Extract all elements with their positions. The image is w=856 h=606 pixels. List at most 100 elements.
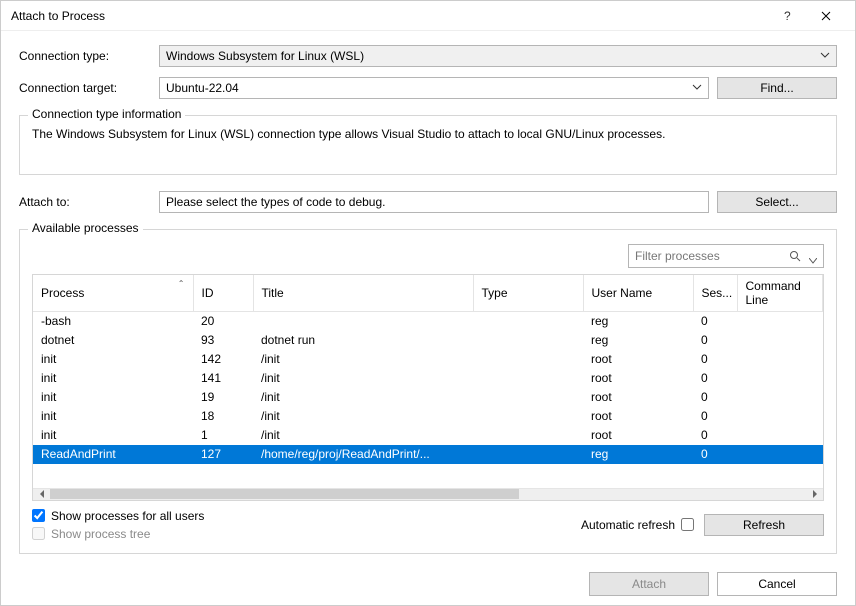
auto-refresh-checkbox[interactable]: Automatic refresh (581, 518, 694, 532)
cell-type (473, 445, 583, 464)
show-all-users-checkbox[interactable]: Show processes for all users (32, 509, 581, 523)
auto-refresh-input[interactable] (681, 518, 694, 531)
show-all-users-label: Show processes for all users (51, 509, 204, 523)
chevron-down-icon (820, 50, 830, 60)
filter-processes-input[interactable]: Filter processes (628, 244, 824, 268)
connection-target-label: Connection target: (19, 81, 159, 95)
cell-process: -bash (33, 312, 193, 331)
col-title[interactable]: Title (253, 275, 473, 312)
refresh-button[interactable]: Refresh (704, 514, 824, 536)
horizontal-scrollbar[interactable] (33, 488, 823, 500)
table-row[interactable]: init141/initroot0 (33, 369, 823, 388)
cell-process: dotnet (33, 331, 193, 350)
svg-text:?: ? (784, 10, 791, 22)
cell-process: init (33, 388, 193, 407)
cell-title: /init (253, 426, 473, 445)
scrollbar-thumb[interactable] (50, 489, 519, 499)
scroll-right-icon[interactable] (806, 489, 823, 500)
show-tree-label: Show process tree (51, 527, 150, 541)
cell-title: /home/reg/proj/ReadAndPrint/... (253, 445, 473, 464)
filter-placeholder: Filter processes (635, 249, 720, 263)
cell-user: reg (583, 445, 693, 464)
show-all-users-input[interactable] (32, 509, 45, 522)
cell-user: root (583, 426, 693, 445)
cell-type (473, 350, 583, 369)
cell-user: reg (583, 331, 693, 350)
col-id[interactable]: ID (193, 275, 253, 312)
cell-title: /init (253, 350, 473, 369)
cell-type (473, 312, 583, 331)
cell-session: 0 (693, 331, 737, 350)
available-processes-group: Available processes Filter processes (19, 229, 837, 554)
cell-session: 0 (693, 445, 737, 464)
cell-user: root (583, 350, 693, 369)
col-user[interactable]: User Name (583, 275, 693, 312)
attach-to-process-dialog: Attach to Process ? Connection type: Win… (0, 0, 856, 606)
chevron-down-icon[interactable] (809, 253, 817, 267)
cell-cmdline (737, 445, 823, 464)
cell-user: root (583, 407, 693, 426)
table-row[interactable]: init1/initroot0 (33, 426, 823, 445)
close-button[interactable] (807, 1, 845, 31)
process-table[interactable]: Process ⌃ ID Title Type User Name Ses...… (32, 274, 824, 501)
connection-target-value: Ubuntu-22.04 (166, 81, 239, 95)
cell-id: 93 (193, 331, 253, 350)
cell-session: 0 (693, 388, 737, 407)
col-process[interactable]: Process ⌃ (33, 275, 193, 312)
table-row[interactable]: init19/initroot0 (33, 388, 823, 407)
connection-type-value: Windows Subsystem for Linux (WSL) (166, 49, 364, 63)
cell-cmdline (737, 407, 823, 426)
cell-id: 141 (193, 369, 253, 388)
scrollbar-track[interactable] (50, 489, 806, 500)
chevron-down-icon (692, 82, 702, 92)
cell-process: init (33, 350, 193, 369)
table-row[interactable]: dotnet93dotnet run reg0 (33, 331, 823, 350)
connection-target-dropdown[interactable]: Ubuntu-22.04 (159, 77, 709, 99)
col-type[interactable]: Type (473, 275, 583, 312)
dialog-footer: Attach Cancel (1, 564, 855, 606)
cell-type (473, 369, 583, 388)
cell-id: 19 (193, 388, 253, 407)
cell-cmdline (737, 312, 823, 331)
cell-session: 0 (693, 407, 737, 426)
connection-type-dropdown[interactable]: Windows Subsystem for Linux (WSL) (159, 45, 837, 67)
dialog-title: Attach to Process (11, 9, 769, 23)
cell-process: ReadAndPrint (33, 445, 193, 464)
attach-to-label: Attach to: (19, 195, 159, 209)
cell-process: init (33, 369, 193, 388)
cancel-button[interactable]: Cancel (717, 572, 837, 596)
help-button[interactable]: ? (769, 1, 807, 31)
table-row[interactable]: -bash20reg0 (33, 312, 823, 331)
cell-cmdline (737, 350, 823, 369)
cell-session: 0 (693, 350, 737, 369)
cell-id: 127 (193, 445, 253, 464)
cell-process: init (33, 407, 193, 426)
cell-cmdline (737, 331, 823, 350)
cell-session: 0 (693, 369, 737, 388)
cell-cmdline (737, 369, 823, 388)
col-cmdline[interactable]: Command Line (737, 275, 823, 312)
find-button[interactable]: Find... (717, 77, 837, 99)
show-tree-input (32, 527, 45, 540)
cell-user: root (583, 369, 693, 388)
cell-user: reg (583, 312, 693, 331)
table-row[interactable]: init142/initroot0 (33, 350, 823, 369)
cell-user: root (583, 388, 693, 407)
cell-title: /init (253, 407, 473, 426)
sort-ascending-icon: ⌃ (178, 279, 185, 288)
search-icon (789, 250, 801, 262)
cell-title: dotnet run (253, 331, 473, 350)
connection-type-info-group: Connection type information The Windows … (19, 115, 837, 175)
select-button[interactable]: Select... (717, 191, 837, 213)
table-row[interactable]: ReadAndPrint127/home/reg/proj/ReadAndPri… (33, 445, 823, 464)
attach-button[interactable]: Attach (589, 572, 709, 596)
cell-session: 0 (693, 426, 737, 445)
scroll-left-icon[interactable] (33, 489, 50, 500)
attach-to-field[interactable]: Please select the types of code to debug… (159, 191, 709, 213)
cell-type (473, 407, 583, 426)
col-session[interactable]: Ses... (693, 275, 737, 312)
auto-refresh-label: Automatic refresh (581, 518, 675, 532)
available-processes-title: Available processes (28, 221, 143, 235)
table-row[interactable]: init18/initroot0 (33, 407, 823, 426)
cell-id: 1 (193, 426, 253, 445)
